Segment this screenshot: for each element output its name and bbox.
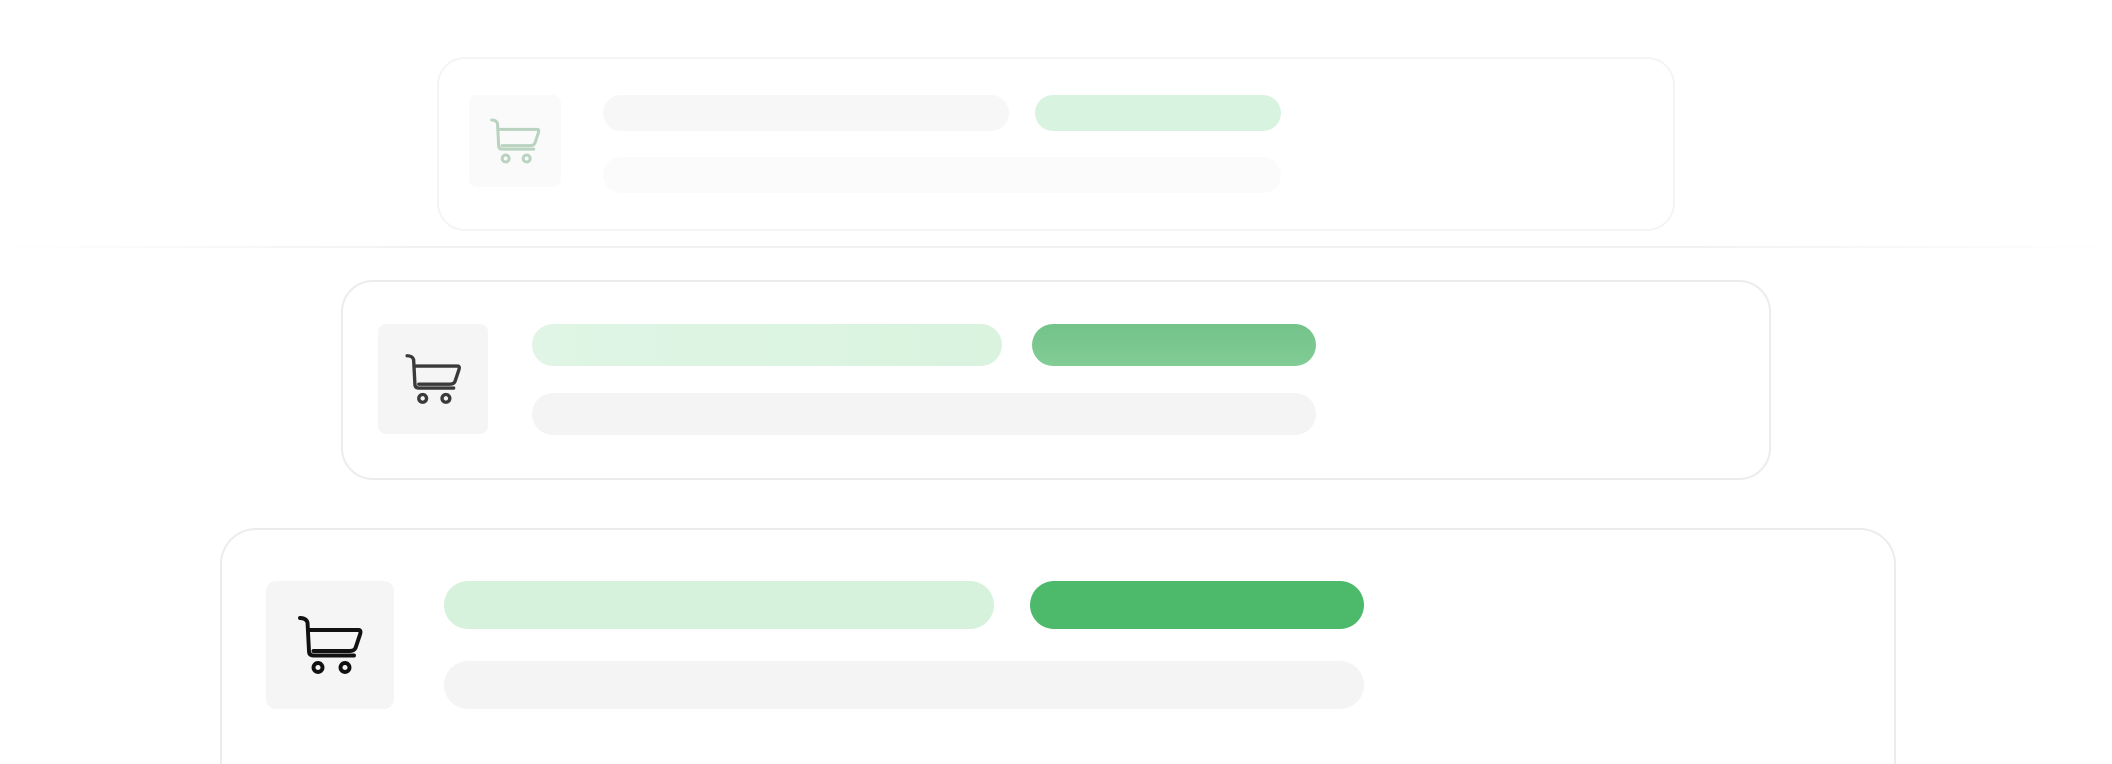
cart-icon (487, 113, 543, 169)
subtitle-placeholder (532, 393, 1316, 435)
skeleton-card-mid (341, 280, 1771, 480)
skeleton-stack (0, 0, 2112, 764)
thumbnail (378, 324, 488, 434)
status-placeholder (1035, 95, 1281, 131)
status-placeholder (1030, 581, 1364, 629)
title-placeholder (532, 324, 1002, 366)
title-placeholder (603, 95, 1009, 131)
cart-icon (294, 609, 366, 681)
divider (0, 246, 2112, 248)
status-placeholder (1032, 324, 1316, 366)
thumbnail (469, 95, 561, 187)
thumbnail (266, 581, 394, 709)
subtitle-placeholder (603, 157, 1281, 193)
cart-icon (402, 348, 464, 410)
subtitle-placeholder (444, 661, 1364, 709)
title-placeholder (444, 581, 994, 629)
skeleton-card-faded (437, 57, 1675, 231)
skeleton-card-full (220, 528, 1896, 764)
